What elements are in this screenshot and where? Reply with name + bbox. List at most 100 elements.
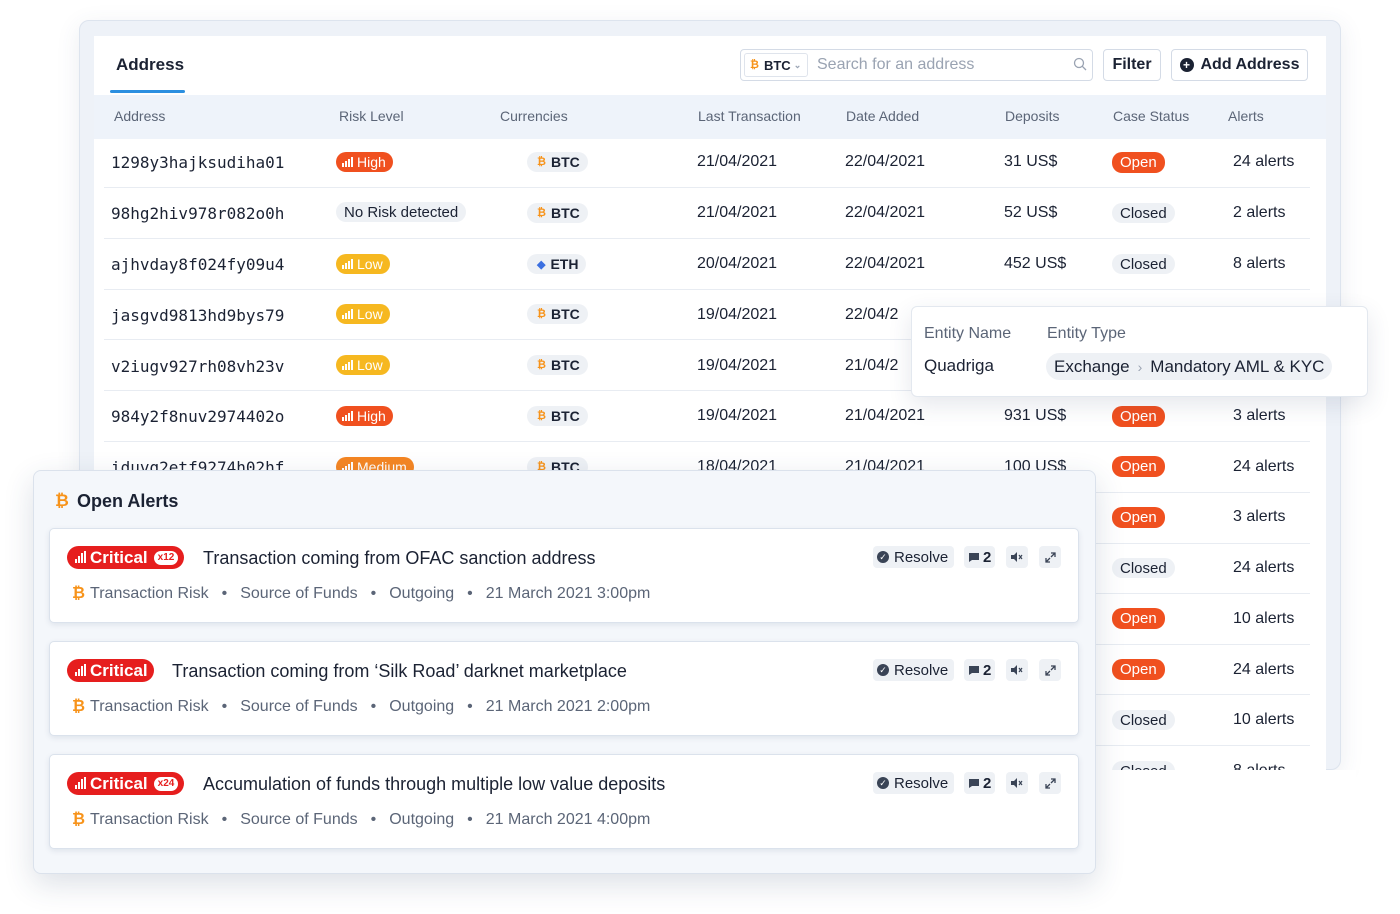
chevron-right-icon: › bbox=[1137, 358, 1143, 375]
comments-button[interactable]: 2 bbox=[964, 546, 996, 568]
mute-icon bbox=[1011, 665, 1023, 675]
address-cell[interactable]: ajhvday8f024fy09u4 bbox=[111, 255, 284, 274]
mute-button[interactable] bbox=[1006, 546, 1028, 568]
occurrence-count: x12 bbox=[153, 550, 179, 565]
separator-dot: • bbox=[370, 811, 377, 828]
address-cell[interactable]: jasgvd9813hd9bys79 bbox=[111, 306, 284, 325]
mute-icon bbox=[1011, 552, 1023, 562]
date-added-cell: 22/04/2021 bbox=[845, 204, 926, 221]
status-badge-open[interactable]: Open bbox=[1112, 659, 1165, 680]
row-divider bbox=[104, 289, 1310, 290]
mute-button[interactable] bbox=[1006, 659, 1028, 681]
alerts-cell[interactable]: 24 alerts bbox=[1233, 559, 1294, 577]
address-cell[interactable]: 984y2f8nuv2974402o bbox=[111, 407, 284, 426]
deposits-cell: 31 US$ bbox=[1004, 153, 1058, 170]
status-badge-closed[interactable]: Closed bbox=[1112, 254, 1175, 274]
column-header-risk-level[interactable]: Risk Level bbox=[339, 108, 404, 124]
mute-button[interactable] bbox=[1006, 772, 1028, 794]
filter-button[interactable]: Filter bbox=[1103, 49, 1161, 81]
column-header-last-transaction[interactable]: Last Transaction bbox=[698, 108, 801, 124]
risk-label: Low bbox=[357, 306, 383, 322]
add-address-button[interactable]: + Add Address bbox=[1171, 49, 1308, 81]
alert-card[interactable] bbox=[49, 528, 1079, 623]
signal-bars-icon bbox=[75, 550, 86, 563]
btc-icon: ₿ bbox=[750, 59, 759, 71]
search-icon[interactable] bbox=[1073, 57, 1087, 71]
status-badge-open[interactable]: Open bbox=[1112, 456, 1165, 477]
alert-title[interactable]: Accumulation of funds through multiple l… bbox=[203, 774, 665, 795]
currency-label: BTC bbox=[550, 154, 580, 170]
column-header-case-status[interactable]: Case Status bbox=[1113, 108, 1189, 124]
column-header-alerts[interactable]: Alerts bbox=[1228, 108, 1264, 124]
alerts-cell[interactable]: 24 alerts bbox=[1233, 661, 1294, 679]
alerts-cell[interactable]: 24 alerts bbox=[1233, 458, 1294, 476]
alert-title[interactable]: Transaction coming from ‘Silk Road’ dark… bbox=[172, 661, 627, 682]
severity-badge-critical: Critical bbox=[67, 659, 154, 682]
comments-count: 2 bbox=[983, 774, 992, 792]
comment-icon bbox=[969, 665, 979, 675]
alert-meta: ₿ Transaction Risk • Source of Funds • O… bbox=[72, 811, 650, 829]
signal-bars-icon bbox=[342, 259, 353, 269]
column-header-currencies[interactable]: Currencies bbox=[500, 108, 568, 124]
address-cell[interactable]: v2iugv927rh08vh23v bbox=[111, 357, 284, 376]
row-divider bbox=[104, 238, 1310, 239]
currency-badge: ₿ BTC bbox=[527, 355, 588, 375]
alerts-cell[interactable]: 8 alerts bbox=[1233, 255, 1285, 273]
expand-button[interactable] bbox=[1039, 546, 1061, 568]
resolve-button[interactable]: ✓ Resolve bbox=[873, 546, 955, 568]
alerts-cell[interactable]: 24 alerts bbox=[1233, 153, 1294, 171]
entity-type-label: Entity Type bbox=[1047, 325, 1126, 342]
alerts-cell[interactable]: 3 alerts bbox=[1233, 508, 1285, 526]
last-transaction-cell: 20/04/2021 bbox=[697, 255, 778, 272]
signal-bars-icon bbox=[342, 309, 353, 319]
resolve-label: Resolve bbox=[894, 774, 949, 792]
last-transaction-cell: 21/04/2021 bbox=[697, 204, 778, 221]
expand-button[interactable] bbox=[1039, 772, 1061, 794]
currency-select[interactable]: ₿ BTC ⌄ bbox=[744, 53, 808, 77]
btc-icon: ₿ bbox=[537, 156, 546, 168]
status-badge-open[interactable]: Open bbox=[1112, 406, 1165, 427]
alerts-cell[interactable]: 3 alerts bbox=[1233, 407, 1285, 425]
status-badge-open[interactable]: Open bbox=[1112, 507, 1165, 528]
occurrence-count: x24 bbox=[153, 776, 179, 791]
alerts-cell[interactable]: 10 alerts bbox=[1233, 610, 1294, 628]
expand-button[interactable] bbox=[1039, 659, 1061, 681]
address-cell[interactable]: 1298y3hajksudiha01 bbox=[111, 153, 284, 172]
risk-badge-none: No Risk detected bbox=[336, 202, 467, 222]
open-alerts-title: Open Alerts bbox=[77, 491, 179, 511]
alert-direction: Outgoing bbox=[389, 698, 455, 715]
currency-label: ETH bbox=[550, 256, 579, 272]
entity-type-value: Exchange bbox=[1054, 356, 1130, 376]
alert-title[interactable]: Transaction coming from OFAC sanction ad… bbox=[203, 548, 596, 569]
column-header-address[interactable]: Address bbox=[114, 108, 165, 124]
status-badge-closed[interactable]: Closed bbox=[1112, 203, 1175, 223]
alert-source: Source of Funds bbox=[240, 698, 358, 715]
comments-button[interactable]: 2 bbox=[964, 659, 996, 681]
search-input[interactable]: Search for an address bbox=[817, 56, 974, 74]
status-badge-open[interactable]: Open bbox=[1112, 608, 1165, 629]
status-badge-closed[interactable]: Closed bbox=[1112, 710, 1175, 730]
row-divider bbox=[104, 187, 1310, 188]
separator-dot: • bbox=[467, 585, 473, 602]
currency-badge: ₿ BTC bbox=[527, 304, 588, 324]
signal-bars-icon bbox=[342, 411, 353, 421]
eth-icon: ◆ bbox=[537, 258, 546, 271]
alerts-cell[interactable]: 10 alerts bbox=[1233, 711, 1294, 729]
address-cell[interactable]: 98hg2hiv978r082o0h bbox=[111, 204, 284, 223]
status-badge-open[interactable]: Open bbox=[1112, 152, 1165, 173]
risk-badge-low: Low bbox=[336, 254, 390, 274]
alert-card[interactable] bbox=[49, 641, 1079, 736]
resolve-button[interactable]: ✓ Resolve bbox=[873, 659, 955, 681]
column-header-date-added[interactable]: Date Added bbox=[846, 108, 919, 124]
severity-badge-critical: Critical x24 bbox=[67, 772, 185, 795]
alerts-cell[interactable]: 2 alerts bbox=[1233, 204, 1285, 222]
signal-bars-icon bbox=[75, 663, 86, 676]
btc-icon: ₿ bbox=[537, 359, 546, 371]
status-badge-closed[interactable]: Closed bbox=[1112, 558, 1175, 578]
column-header-deposits[interactable]: Deposits bbox=[1005, 108, 1059, 124]
currency-badge: ◆ ETH bbox=[527, 254, 587, 274]
alert-card[interactable] bbox=[49, 754, 1079, 849]
tab-address[interactable]: Address bbox=[116, 55, 184, 75]
comments-button[interactable]: 2 bbox=[964, 772, 996, 794]
resolve-button[interactable]: ✓ Resolve bbox=[873, 772, 955, 794]
